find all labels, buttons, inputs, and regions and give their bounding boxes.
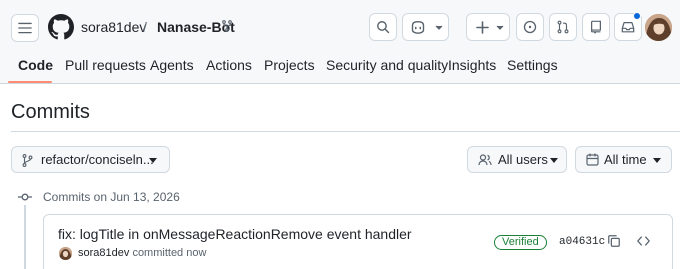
repo-nav-tabs: Code Pull requests Agents Actions Projec… <box>0 52 680 84</box>
tab-agents[interactable]: Agents <box>150 56 194 74</box>
tab-insights[interactable]: Insights <box>448 56 496 74</box>
commit-author-link[interactable]: sora81dev <box>78 247 129 259</box>
commit-group-heading: Commits on Jun 13, 2026 <box>43 190 180 204</box>
search-icon <box>377 21 390 34</box>
commit-title-link[interactable]: fix: logTitle in onMessageReactionRemove… <box>58 226 412 243</box>
caret-down-icon <box>149 158 157 163</box>
notification-dot <box>633 12 641 20</box>
time-filter-label: All time <box>604 152 647 167</box>
users-filter-label: All users <box>498 152 548 167</box>
repo-icon <box>591 20 601 34</box>
fork-icon <box>222 20 232 32</box>
hamburger-icon <box>18 22 32 34</box>
caret-down-icon <box>550 158 558 163</box>
title-divider <box>11 131 680 132</box>
breadcrumb-separator: / <box>143 19 147 35</box>
code-icon[interactable] <box>636 234 651 248</box>
time-filter[interactable]: All time <box>575 146 672 173</box>
branch-selector[interactable]: refactor/conciseln... <box>11 146 170 173</box>
commit-sha-link[interactable]: a04631c <box>559 236 605 249</box>
branch-selector-label: refactor/conciseln... <box>41 152 154 167</box>
verified-badge[interactable]: Verified <box>494 235 547 250</box>
issues-button[interactable] <box>516 13 544 41</box>
tab-settings[interactable]: Settings <box>507 56 558 74</box>
commit-meta: sora81dev committed now <box>78 247 206 260</box>
commit-time: committed now <box>132 247 207 259</box>
copilot-icon <box>411 20 425 34</box>
inbox-icon <box>621 22 635 33</box>
copy-icon[interactable] <box>607 234 621 248</box>
user-avatar[interactable] <box>645 14 672 41</box>
search-button[interactable] <box>369 13 397 41</box>
calendar-icon <box>586 153 599 166</box>
copilot-button[interactable] <box>402 13 449 41</box>
tab-code[interactable]: Code <box>18 56 53 74</box>
git-pull-request-icon <box>557 20 569 34</box>
git-commit-icon <box>18 193 32 201</box>
git-branch-icon <box>22 154 33 167</box>
tab-pull-requests[interactable]: Pull requests <box>65 56 146 74</box>
plus-icon <box>476 21 489 34</box>
commit-author-avatar[interactable] <box>59 247 72 260</box>
timeline-line <box>24 205 26 269</box>
pull-requests-button[interactable] <box>549 13 577 41</box>
active-tab-indicator <box>8 81 52 83</box>
github-logo-icon[interactable] <box>48 14 74 40</box>
breadcrumb-owner[interactable]: sora81dev <box>81 18 146 36</box>
chevron-down-icon <box>435 25 443 30</box>
issue-opened-icon <box>523 20 537 34</box>
tab-projects[interactable]: Projects <box>264 56 315 74</box>
page-title: Commits <box>11 101 90 123</box>
caret-down-icon <box>653 158 661 163</box>
tab-security-and-quality[interactable]: Security and quality <box>326 56 448 74</box>
menu-button[interactable] <box>11 14 39 42</box>
users-filter[interactable]: All users <box>467 146 567 173</box>
tab-actions[interactable]: Actions <box>206 56 252 74</box>
people-icon <box>478 154 492 166</box>
chevron-down-icon <box>496 25 504 30</box>
create-new-button[interactable] <box>466 13 510 41</box>
repositories-button[interactable] <box>582 13 610 41</box>
